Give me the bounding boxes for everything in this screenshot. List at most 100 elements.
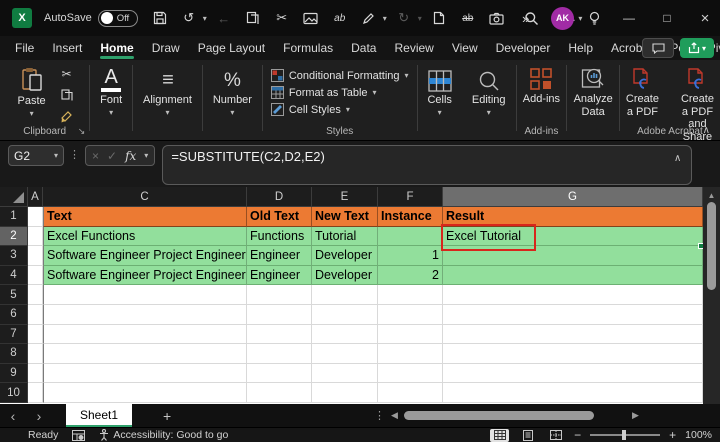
scroll-up-icon[interactable]: ▲	[708, 187, 716, 202]
cell-D7[interactable]	[247, 325, 312, 345]
share-button[interactable]: ▾	[680, 38, 714, 58]
cell-A3[interactable]	[28, 246, 43, 266]
cell-C5[interactable]	[43, 285, 247, 305]
cell-F1[interactable]: Instance	[378, 207, 443, 227]
cell-styles-button[interactable]: Cell Styles ▾	[271, 103, 350, 116]
scrollbar-splitter-icon[interactable]: ⋮	[374, 409, 385, 422]
vertical-scrollbar[interactable]: ▲	[703, 187, 720, 404]
analyze-data-button[interactable]: AnalyzeData	[568, 65, 619, 120]
row-header-10[interactable]: 10	[0, 383, 28, 403]
tab-help[interactable]: Help	[559, 38, 602, 59]
macro-record-button[interactable]	[72, 430, 85, 441]
conditional-formatting-button[interactable]: Conditional Formatting ▾	[271, 69, 409, 82]
cell-G8[interactable]	[443, 344, 703, 364]
avatar[interactable]: AK	[551, 7, 574, 30]
font-group-button[interactable]: A Font ▾	[90, 60, 132, 140]
row-header-9[interactable]: 9	[0, 364, 28, 384]
cancel-formula-icon[interactable]: ×	[92, 149, 99, 163]
cell-D10[interactable]	[247, 383, 312, 403]
cell-F6[interactable]	[378, 305, 443, 325]
zoom-slider-handle[interactable]	[622, 430, 626, 440]
autosave-switch[interactable]: Off	[98, 10, 138, 27]
format-as-table-button[interactable]: Format as Table ▾	[271, 86, 377, 99]
row-header-3[interactable]: 3	[0, 246, 28, 266]
cell-E5[interactable]	[312, 285, 378, 305]
cell-G7[interactable]	[443, 325, 703, 345]
add-sheet-icon[interactable]: +	[150, 408, 184, 424]
cell-D4[interactable]: Engineer	[247, 266, 312, 286]
cell-F10[interactable]	[378, 383, 443, 403]
cell-A5[interactable]	[28, 285, 43, 305]
cell-E9[interactable]	[312, 364, 378, 384]
cell-D6[interactable]	[247, 305, 312, 325]
cell-F7[interactable]	[378, 325, 443, 345]
column-header-E[interactable]: E	[312, 187, 378, 207]
cell-A4[interactable]	[28, 266, 43, 286]
cell-C7[interactable]	[43, 325, 247, 345]
new-file-icon[interactable]	[427, 6, 451, 30]
save-icon[interactable]	[148, 6, 172, 30]
undo-chevron-icon[interactable]: ▾	[203, 14, 207, 23]
cell-C6[interactable]	[43, 305, 247, 325]
pen-input-icon[interactable]	[357, 6, 381, 30]
cell-A1[interactable]	[28, 207, 43, 227]
zoom-level[interactable]: 100%	[685, 429, 712, 441]
tab-review[interactable]: Review	[385, 38, 442, 59]
accessibility-status[interactable]: Accessibility: Good to go	[99, 429, 228, 441]
cell-G10[interactable]	[443, 383, 703, 403]
clipboard-dialog-launcher-icon[interactable]: ↘	[78, 126, 86, 137]
formula-input[interactable]: =SUBSTITUTE(C2,D2,E2) ∧	[162, 145, 692, 185]
paste-button[interactable]: Paste ▾	[12, 65, 52, 125]
cell-C1[interactable]: Text	[43, 207, 247, 227]
cell-F4[interactable]: 2	[378, 266, 443, 286]
cell-E6[interactable]	[312, 305, 378, 325]
cell-A2[interactable]	[28, 227, 43, 247]
pen-chevron-icon[interactable]: ▾	[383, 14, 387, 23]
cell-C10[interactable]	[43, 383, 247, 403]
cell-A6[interactable]	[28, 305, 43, 325]
cell-E8[interactable]	[312, 344, 378, 364]
cells-group-button[interactable]: Cells ▾	[417, 60, 461, 140]
excel-logo-icon[interactable]: X	[12, 8, 32, 28]
insert-function-icon[interactable]: fx	[125, 149, 136, 163]
editing-group-button[interactable]: Editing ▾	[462, 60, 516, 140]
cell-G5[interactable]	[443, 285, 703, 305]
collapse-ribbon-icon[interactable]: ∧	[703, 125, 710, 136]
replace-icon[interactable]: ab	[328, 6, 352, 30]
cell-G4[interactable]	[443, 266, 703, 286]
cell-G6[interactable]	[443, 305, 703, 325]
select-all-button[interactable]	[0, 187, 28, 207]
column-header-A[interactable]: A	[28, 187, 43, 207]
tab-page-layout[interactable]: Page Layout	[189, 38, 274, 59]
number-group-button[interactable]: % Number ▾	[203, 60, 262, 140]
column-header-F[interactable]: F	[378, 187, 443, 207]
cell-D3[interactable]: Engineer	[247, 246, 312, 266]
tab-data[interactable]: Data	[342, 38, 385, 59]
sheet-nav-left-icon[interactable]: ‹	[0, 408, 26, 424]
scroll-left-icon[interactable]: ◀	[391, 410, 398, 421]
zoom-in-icon[interactable]: +	[669, 428, 676, 442]
cell-E2[interactable]: Tutorial	[312, 227, 378, 247]
cell-F8[interactable]	[378, 344, 443, 364]
sheet-nav-right-icon[interactable]: ›	[26, 408, 52, 424]
page-break-view-button[interactable]	[546, 429, 565, 442]
row-header-8[interactable]: 8	[0, 344, 28, 364]
copy-icon[interactable]	[241, 6, 265, 30]
lightbulb-icon[interactable]	[582, 6, 606, 30]
cell-E4[interactable]: Developer	[312, 266, 378, 286]
row-header-2[interactable]: 2	[0, 227, 28, 247]
cell-C3[interactable]: Software Engineer Project Engineer	[43, 246, 247, 266]
cell-D2[interactable]: Functions	[247, 227, 312, 247]
tab-view[interactable]: View	[443, 38, 487, 59]
row-header-1[interactable]: 1	[0, 207, 28, 227]
cell-E10[interactable]	[312, 383, 378, 403]
scroll-right-icon[interactable]: ▶	[632, 410, 639, 421]
zoom-out-icon[interactable]: −	[574, 428, 581, 442]
cell-A9[interactable]	[28, 364, 43, 384]
cell-C2[interactable]: Excel Functions	[43, 227, 247, 247]
camera-icon[interactable]	[485, 6, 509, 30]
tab-developer[interactable]: Developer	[487, 38, 560, 59]
cell-F3[interactable]: 1	[378, 246, 443, 266]
tab-file[interactable]: File	[6, 38, 43, 59]
autosave-toggle[interactable]: AutoSave Off	[44, 10, 138, 27]
